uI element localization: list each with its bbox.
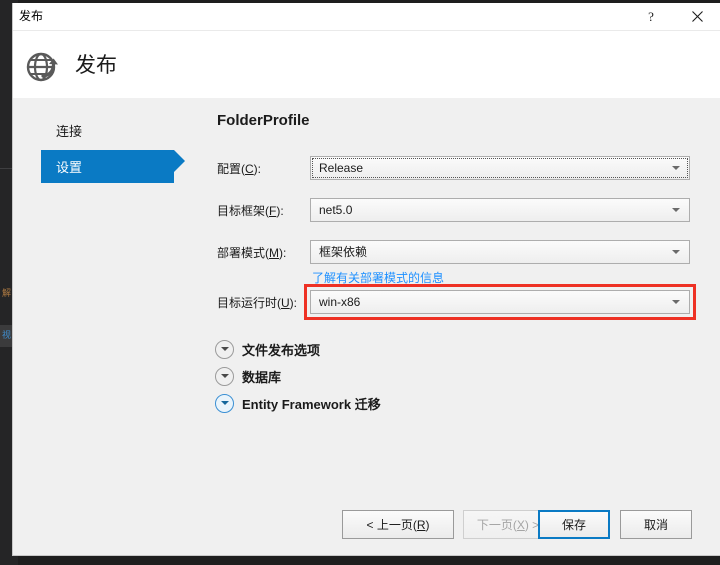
dialog-sidebar: 连接 设置	[13, 98, 193, 498]
deployment-mode-help-link[interactable]: 了解有关部署模式的信息	[312, 269, 444, 286]
sidebar-item-label: 设置	[56, 160, 83, 175]
window-title: 发布	[19, 9, 44, 23]
field-row-configuration: 配置(C): Release	[193, 156, 720, 180]
target-framework-value: net5.0	[319, 203, 353, 217]
sidebar-selection-arrow-icon	[174, 150, 185, 172]
target-framework-label: 目标框架(F):	[217, 204, 284, 218]
section-label: Entity Framework 迁移	[242, 396, 381, 412]
configuration-label: 配置(C):	[217, 162, 262, 176]
publish-globe-icon	[21, 44, 65, 88]
chevron-down-icon	[672, 208, 680, 212]
cancel-button[interactable]: 取消	[620, 510, 692, 539]
field-row-target-runtime: 目标运行时(U): win-x86	[193, 290, 720, 314]
dialog-footer: < 上一页(R) 下一页(X) > 保存 取消	[13, 510, 720, 555]
field-row-target-framework: 目标框架(F): net5.0	[193, 198, 720, 222]
deployment-mode-dropdown[interactable]: 框架依赖	[310, 240, 690, 264]
section-label: 数据库	[242, 369, 282, 385]
help-icon[interactable]: ?	[629, 3, 673, 30]
close-icon[interactable]	[675, 3, 719, 30]
target-runtime-dropdown[interactable]: win-x86	[310, 290, 690, 314]
sidebar-item-connection[interactable]: 连接	[41, 114, 181, 147]
field-row-deployment-mode: 部署模式(M): 框架依赖	[193, 240, 720, 264]
section-entity-framework-migrations[interactable]: Entity Framework 迁移	[215, 391, 381, 415]
chevron-down-icon	[215, 366, 234, 386]
chevron-down-icon	[672, 300, 680, 304]
save-button[interactable]: 保存	[538, 510, 610, 539]
profile-name-title: FolderProfile	[217, 112, 310, 129]
chevron-down-icon	[672, 250, 680, 254]
previous-button[interactable]: < 上一页(R)	[342, 510, 454, 539]
publish-dialog: 发布 ? 发布 连接 设置 FolderProfile 配置(C): Relea…	[12, 3, 720, 556]
chevron-down-icon	[215, 393, 234, 413]
deployment-mode-value: 框架依赖	[319, 245, 368, 259]
target-framework-dropdown[interactable]: net5.0	[310, 198, 690, 222]
deployment-mode-label: 部署模式(M):	[217, 246, 287, 260]
chevron-down-icon	[215, 339, 234, 359]
configuration-value: Release	[319, 161, 364, 175]
section-database[interactable]: 数据库	[215, 364, 281, 388]
dialog-heading: 发布	[75, 54, 117, 77]
dialog-body: 连接 设置 FolderProfile 配置(C): Release 目标框架(…	[13, 98, 720, 555]
target-runtime-value: win-x86	[319, 295, 361, 309]
configuration-dropdown[interactable]: Release	[310, 156, 690, 180]
close-glyph	[691, 11, 703, 22]
sidebar-item-settings[interactable]: 设置	[41, 150, 174, 183]
chevron-down-icon	[672, 166, 680, 170]
section-label: 文件发布选项	[242, 342, 321, 358]
settings-form: FolderProfile 配置(C): Release 目标框架(F): ne…	[193, 98, 720, 555]
dialog-titlebar: 发布 ?	[13, 3, 720, 30]
dialog-header: 发布	[13, 30, 720, 98]
section-file-publish-options[interactable]: 文件发布选项	[215, 337, 320, 361]
target-runtime-label: 目标运行时(U):	[217, 296, 298, 310]
sidebar-item-label: 连接	[56, 124, 83, 139]
